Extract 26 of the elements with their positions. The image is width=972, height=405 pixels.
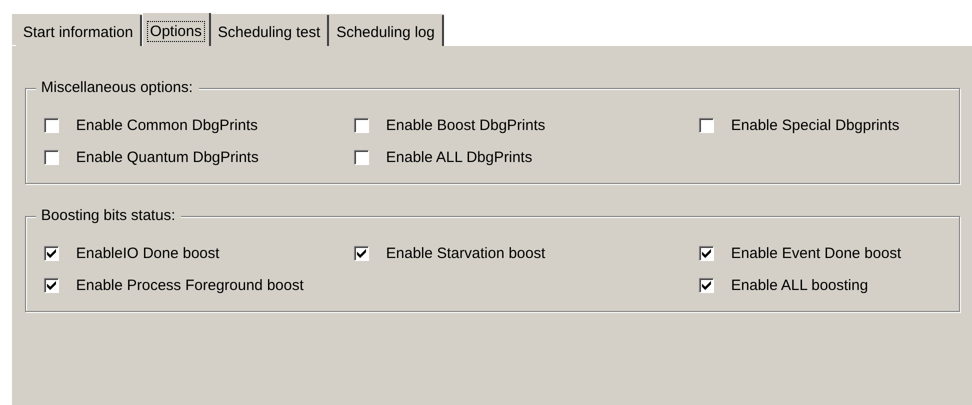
checkbox-label: EnableIO Done boost <box>76 244 220 262</box>
checkbox-label: Enable Process Foreground boost <box>76 276 304 294</box>
checkbox[interactable] <box>699 118 714 132</box>
checkbox-label: Enable ALL boosting <box>731 276 868 294</box>
tab[interactable]: Options <box>142 13 211 46</box>
checkbox-label: Enable Quantum DbgPrints <box>76 148 259 166</box>
tab[interactable]: Scheduling test <box>210 15 330 46</box>
checkbox-label: Enable Starvation boost <box>386 244 546 262</box>
tab[interactable]: Scheduling log <box>329 15 444 46</box>
checkbox-label: Enable ALL DbgPrints <box>386 148 532 166</box>
checkbox[interactable] <box>354 150 369 164</box>
group-title: Miscellaneous options: <box>36 79 199 96</box>
checkbox[interactable] <box>44 278 59 292</box>
checkbox[interactable] <box>44 118 59 132</box>
checkbox[interactable] <box>699 246 714 260</box>
tab[interactable]: Start information <box>16 15 142 46</box>
checkbox[interactable] <box>354 118 369 132</box>
checkbox-label: Enable Boost DbgPrints <box>386 116 546 134</box>
checkbox-label: Enable Event Done boost <box>731 244 902 262</box>
checkbox[interactable] <box>354 246 369 260</box>
checkbox[interactable] <box>44 246 59 260</box>
checkbox[interactable] <box>699 278 714 292</box>
checkbox-label: Enable Special Dbgprints <box>731 116 900 134</box>
checkbox-label: Enable Common DbgPrints <box>76 116 258 134</box>
group-title: Boosting bits status: <box>36 207 182 224</box>
checkbox[interactable] <box>44 150 59 164</box>
